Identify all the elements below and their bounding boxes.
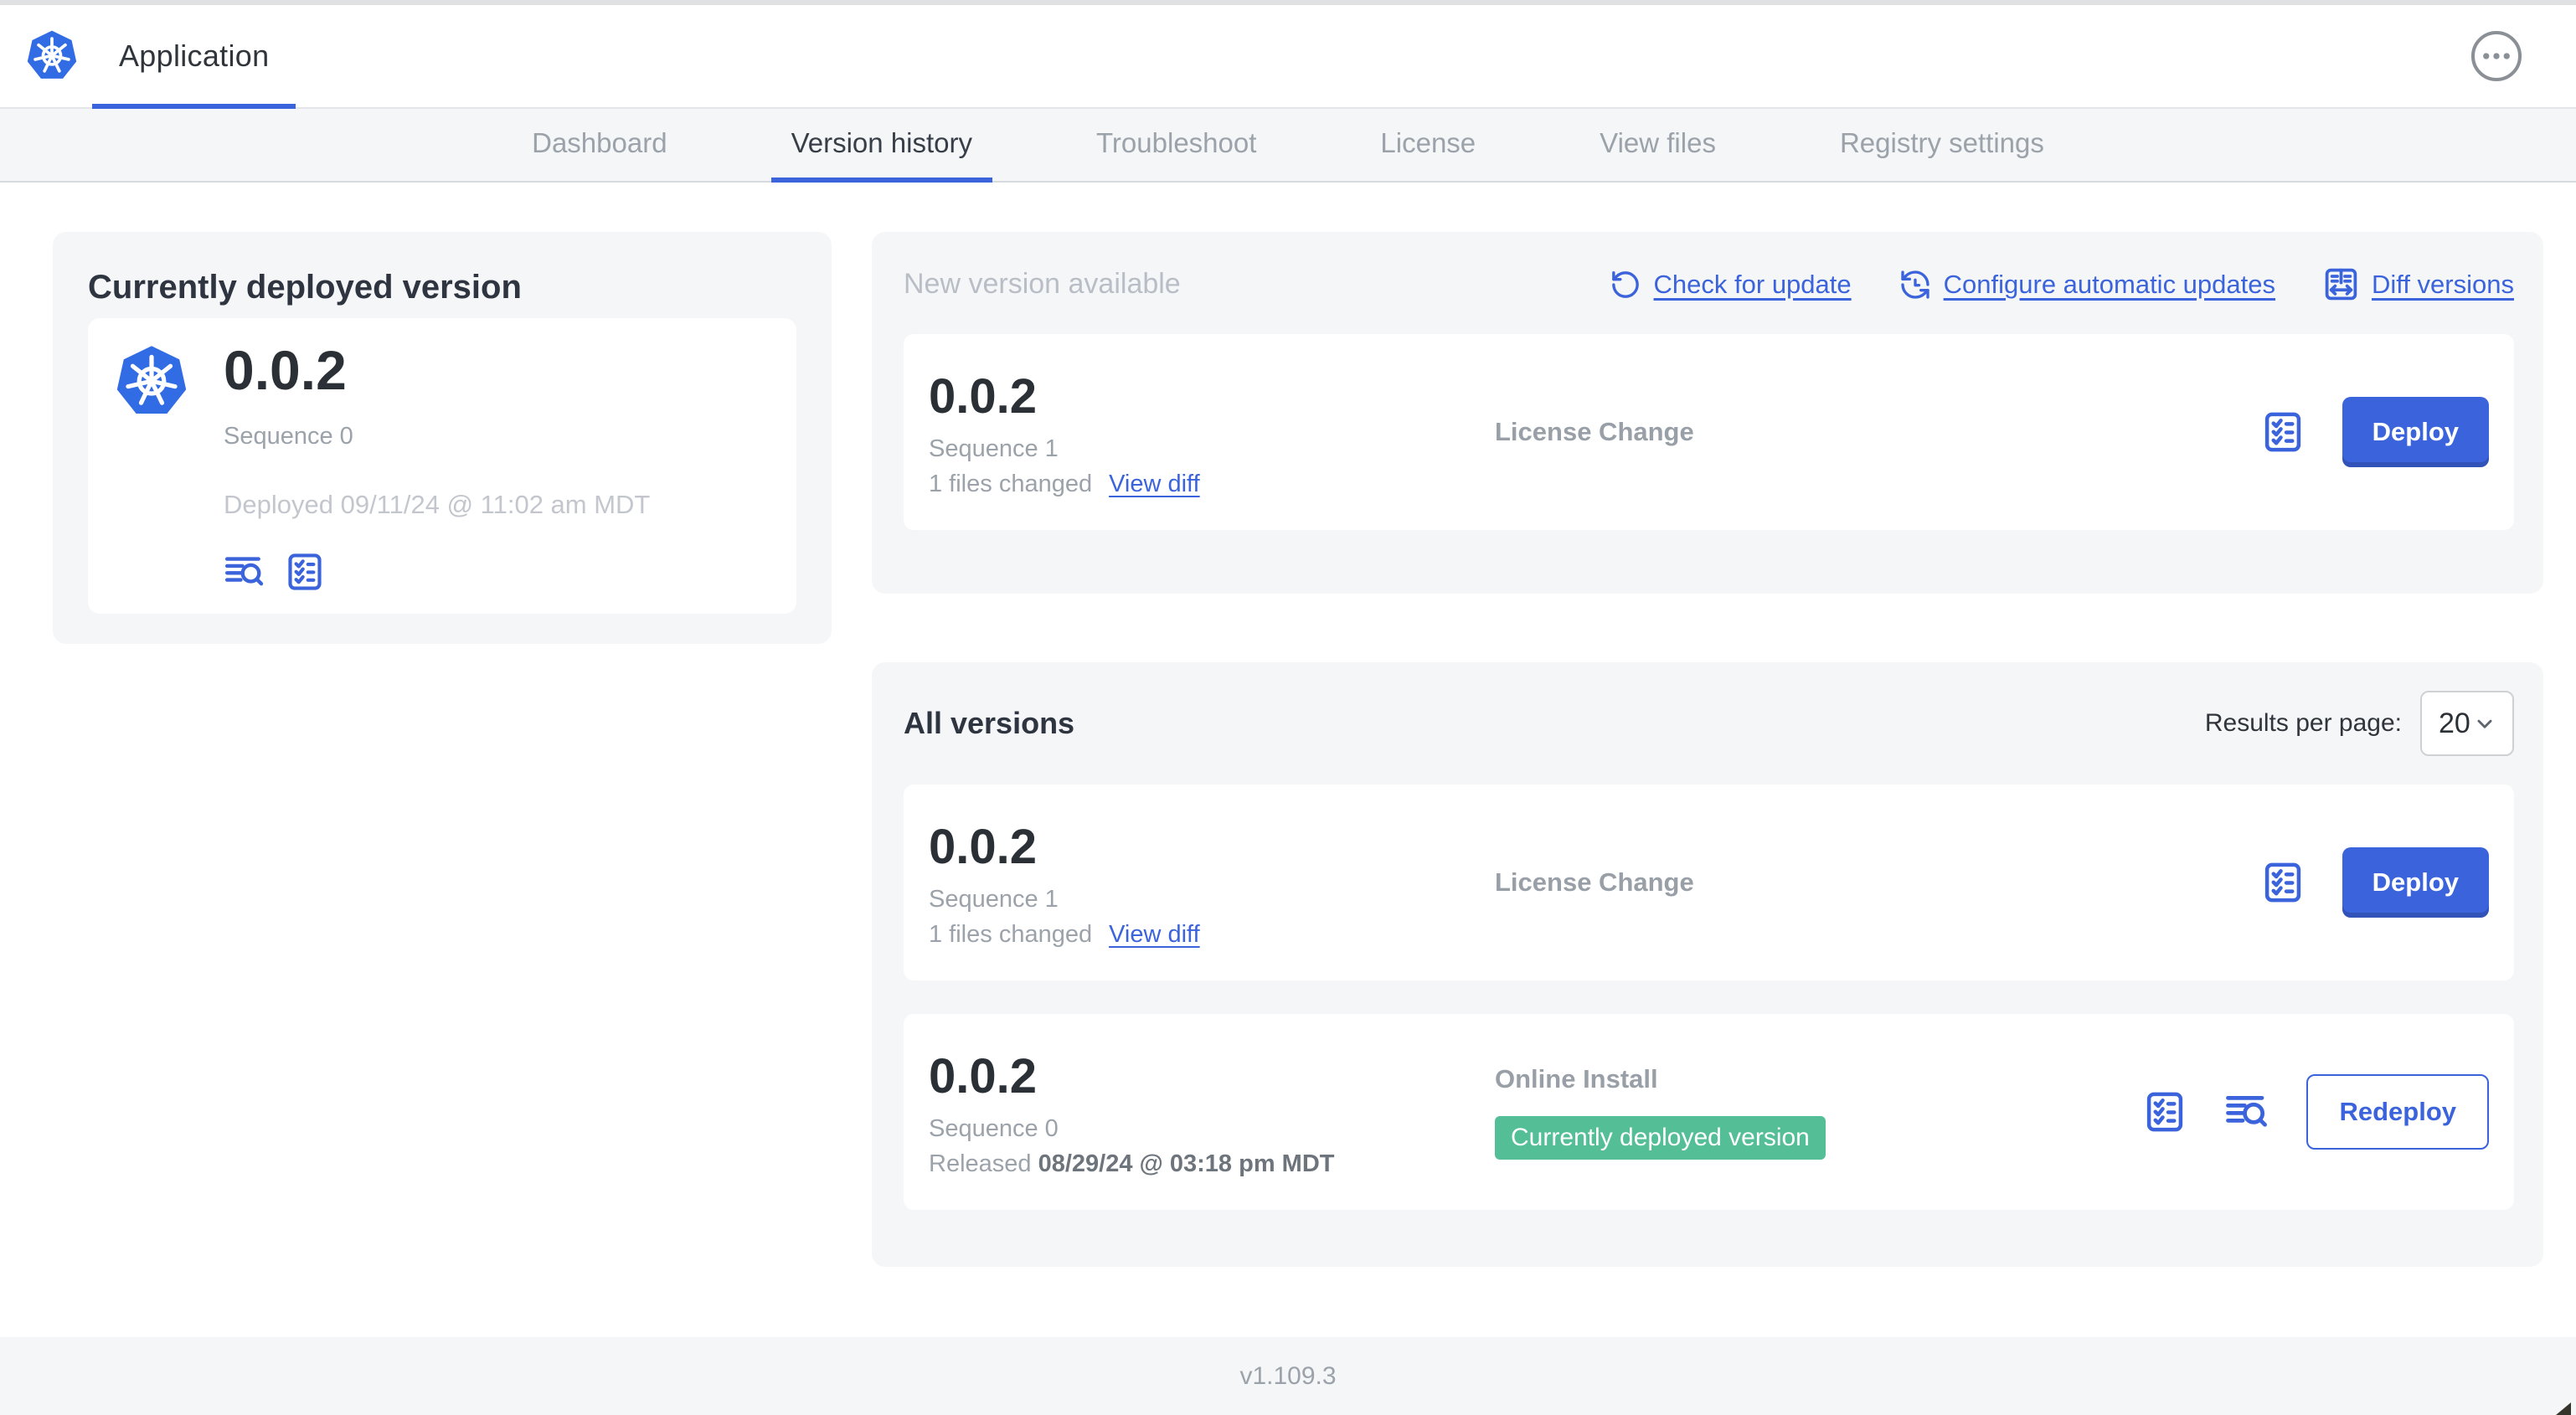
diff-versions-link[interactable]: Diff versions <box>2322 265 2514 303</box>
currently-deployed-version-card: 0.0.2 Sequence 0 Deployed 09/11/24 @ 11:… <box>88 318 796 614</box>
check-for-update-link[interactable]: Check for update <box>1609 268 1852 301</box>
view-diff-link[interactable]: View diff <box>1109 471 1200 497</box>
console-version: v1.109.3 <box>1239 1361 1337 1390</box>
tab-registry-settings[interactable]: Registry settings <box>1820 109 2064 183</box>
subnav: Dashboard Version history Troubleshoot L… <box>0 109 2576 183</box>
version-source-label: Online Install <box>1495 1064 1658 1093</box>
refresh-icon <box>1611 270 1639 298</box>
version-source-label: License Change <box>1495 417 1694 446</box>
results-per-page-label: Results per page: <box>2204 709 2402 737</box>
checklist-icon <box>2142 1089 2187 1135</box>
configure-automatic-updates-label: Configure automatic updates <box>1943 269 2275 299</box>
kubernetes-app-icon <box>111 342 192 422</box>
check-for-update-label: Check for update <box>1653 269 1852 299</box>
configure-automatic-updates-link[interactable]: Configure automatic updates <box>1899 268 2275 301</box>
logs-icon <box>2224 1089 2269 1135</box>
view-logs-button[interactable] <box>2224 1089 2269 1135</box>
app-tab-label: Application <box>119 39 270 73</box>
version-number: 0.0.2 <box>929 1048 1037 1104</box>
view-logs-button[interactable] <box>224 551 265 593</box>
tab-view-files[interactable]: View files <box>1579 109 1736 183</box>
all-versions-card: All versions Results per page: 20 0.0.2 … <box>872 662 2543 1267</box>
files-changed-label: 1 files changed <box>929 920 1093 948</box>
ellipsis-icon <box>2467 27 2526 85</box>
main-content: Currently deployed version 0.0.2 Sequenc… <box>0 183 2576 1337</box>
sequence-label: Sequence 0 <box>929 1114 1059 1142</box>
new-version-title: New version available <box>904 268 1181 300</box>
currently-deployed-title: Currently deployed version <box>88 269 522 306</box>
all-versions-title: All versions <box>904 706 1075 740</box>
version-source-label: License Change <box>1495 867 1694 897</box>
current-sequence-label: Sequence 0 <box>224 423 353 450</box>
current-deployed-timestamp: Deployed 09/11/24 @ 11:02 am MDT <box>224 490 651 519</box>
version-history-page: Application Dashboard Version history Tr… <box>0 0 2576 1415</box>
preflight-checks-button[interactable] <box>2260 409 2306 455</box>
footer: v1.109.3 <box>0 1337 2576 1415</box>
chevron-down-icon <box>2477 719 2492 728</box>
checklist-icon <box>284 551 326 593</box>
checklist-icon <box>2260 860 2306 905</box>
deploy-button[interactable]: Deploy <box>2342 847 2489 918</box>
logs-icon <box>224 551 265 593</box>
sequence-label: Sequence 1 <box>929 435 1059 462</box>
kubernetes-logo-icon <box>23 28 80 85</box>
deploy-button[interactable]: Deploy <box>2342 397 2489 467</box>
preflight-checks-button[interactable] <box>284 551 326 593</box>
version-number: 0.0.2 <box>929 819 1037 874</box>
current-version-number: 0.0.2 <box>224 339 347 401</box>
tab-troubleshoot[interactable]: Troubleshoot <box>1076 109 1276 183</box>
app-header: Application <box>0 5 2576 109</box>
more-options-button[interactable] <box>2467 27 2526 85</box>
new-version-row: 0.0.2 Sequence 1 1 files changed View di… <box>904 334 2514 530</box>
right-column: New version available Check for update C… <box>872 232 2543 1267</box>
preflight-checks-button[interactable] <box>2260 860 2306 905</box>
redeploy-button[interactable]: Redeploy <box>2306 1074 2489 1150</box>
checklist-icon <box>2260 409 2306 455</box>
currently-deployed-card: Currently deployed version 0.0.2 Sequenc… <box>53 232 832 644</box>
released-timestamp: 08/29/24 @ 03:18 pm MDT <box>1038 1150 1335 1177</box>
version-row-sequence-1: 0.0.2 Sequence 1 1 files changed View di… <box>904 785 2514 980</box>
diff-versions-label: Diff versions <box>2372 269 2514 299</box>
view-diff-link[interactable]: View diff <box>1109 922 1200 947</box>
tab-application[interactable]: Application <box>92 5 296 109</box>
auto-update-icon <box>1900 270 1929 299</box>
files-changed-label: 1 files changed <box>929 470 1093 497</box>
tab-version-history[interactable]: Version history <box>770 109 992 183</box>
results-per-page-select[interactable]: 20 <box>2420 691 2514 756</box>
version-number: 0.0.2 <box>929 368 1037 424</box>
diff-icon <box>2325 268 2357 301</box>
tab-license[interactable]: License <box>1360 109 1496 183</box>
released-prefix: Released <box>929 1150 1032 1177</box>
results-per-page-value: 20 <box>2439 707 2470 739</box>
preflight-checks-button[interactable] <box>2142 1089 2187 1135</box>
new-version-card: New version available Check for update C… <box>872 232 2543 594</box>
tab-dashboard[interactable]: Dashboard <box>512 109 687 183</box>
currently-deployed-badge: Currently deployed version <box>1495 1116 1826 1160</box>
version-row-sequence-0: 0.0.2 Sequence 0 Released 08/29/24 @ 03:… <box>904 1014 2514 1210</box>
sequence-label: Sequence 1 <box>929 885 1059 913</box>
